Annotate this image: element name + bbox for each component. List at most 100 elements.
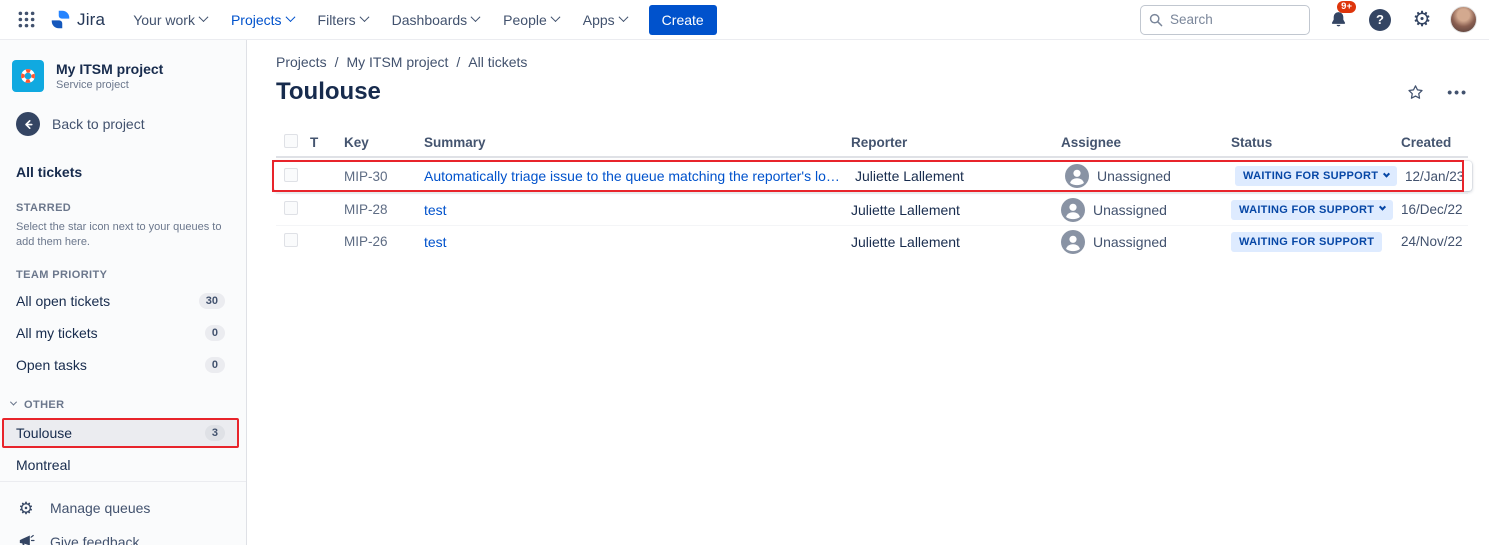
sidebar-item-all-tickets[interactable]: All tickets <box>0 150 246 184</box>
starred-section-title: STARRED <box>0 184 246 218</box>
breadcrumb: Projects / My ITSM project / All tickets <box>276 54 1468 70</box>
search-icon <box>1149 13 1163 27</box>
issue-summary-link[interactable]: test <box>424 234 851 250</box>
notification-count-badge: 9+ <box>1337 1 1356 14</box>
search-input[interactable] <box>1170 12 1290 27</box>
nav-item-your-work[interactable]: Your work <box>123 5 217 35</box>
top-navigation: Jira Your work Projects Filters Dashboar… <box>0 0 1489 40</box>
chevron-down-icon <box>285 12 295 22</box>
tickets-table: T Key Summary Reporter Assignee Status C… <box>276 128 1468 257</box>
jira-logo-text: Jira <box>77 10 105 30</box>
created-date: 24/Nov/22 <box>1401 234 1468 249</box>
starred-empty-hint: Select the star icon next to your queues… <box>0 218 246 251</box>
issue-summary-link[interactable]: test <box>424 202 851 218</box>
give-feedback-link[interactable]: Give feedback <box>0 525 246 545</box>
unassigned-avatar-icon <box>1061 198 1085 222</box>
breadcrumb-project-name[interactable]: My ITSM project <box>346 54 448 70</box>
column-header-summary[interactable]: Summary <box>424 135 851 150</box>
assignee-cell[interactable]: Unassigned <box>1065 164 1235 188</box>
notifications-button[interactable]: 9+ <box>1324 6 1352 34</box>
column-header-status[interactable]: Status <box>1231 135 1401 150</box>
team-priority-section-title: TEAM PRIORITY <box>0 251 246 285</box>
queue-content: Projects / My ITSM project / All tickets… <box>247 40 1489 545</box>
chevron-down-icon <box>618 12 628 22</box>
project-name: My ITSM project <box>56 61 163 79</box>
nav-item-projects[interactable]: Projects <box>221 5 304 35</box>
chevron-down-icon <box>199 12 209 22</box>
manage-queues-link[interactable]: ⚙ Manage queues <box>0 492 246 525</box>
question-mark-icon: ? <box>1369 9 1391 31</box>
row-checkbox[interactable] <box>284 233 298 247</box>
column-header-reporter[interactable]: Reporter <box>851 135 1061 150</box>
row-checkbox[interactable] <box>284 168 298 182</box>
breadcrumb-all-tickets[interactable]: All tickets <box>468 54 527 70</box>
breadcrumb-projects[interactable]: Projects <box>276 54 327 70</box>
assignee-cell[interactable]: Unassigned <box>1061 230 1231 254</box>
reporter-name: Juliette Lallement <box>855 168 1065 184</box>
help-button[interactable]: ? <box>1366 6 1394 34</box>
column-header-key[interactable]: Key <box>344 135 424 150</box>
count-badge: 3 <box>205 425 225 441</box>
jira-mark-icon <box>50 9 71 30</box>
issue-summary-link[interactable]: Automatically triage issue to the queue … <box>424 168 855 184</box>
nav-item-apps[interactable]: Apps <box>573 5 637 35</box>
jira-logo[interactable]: Jira <box>46 9 119 30</box>
table-row[interactable]: MIP-30 Automatically triage issue to the… <box>274 161 1472 191</box>
nav-item-dashboards[interactable]: Dashboards <box>382 5 490 35</box>
sidebar-footer: ⚙ Manage queues Give feedback <box>0 481 246 545</box>
reporter-name: Juliette Lallement <box>851 234 1061 250</box>
queues-sidebar: My ITSM project Service project Back to … <box>0 40 247 545</box>
project-type: Service project <box>56 79 163 91</box>
sidebar-item-montreal[interactable]: Montreal <box>2 450 239 480</box>
table-row[interactable]: MIP-28 test Juliette Lallement Unassigne… <box>276 193 1468 225</box>
chevron-down-icon <box>1379 204 1386 211</box>
create-button[interactable]: Create <box>649 5 717 35</box>
more-actions-button[interactable]: ••• <box>1447 84 1468 100</box>
column-header-assignee[interactable]: Assignee <box>1061 135 1231 150</box>
back-to-project-link[interactable]: Back to project <box>0 112 246 136</box>
issue-key[interactable]: MIP-28 <box>344 202 424 217</box>
sidebar-item-toulouse[interactable]: Toulouse 3 <box>2 418 239 448</box>
column-header-type[interactable]: T <box>310 135 344 150</box>
issue-key[interactable]: MIP-26 <box>344 234 424 249</box>
unassigned-avatar-icon <box>1065 164 1089 188</box>
other-section-toggle[interactable]: OTHER <box>0 381 246 417</box>
page-title: Toulouse <box>276 78 381 106</box>
status-dropdown[interactable]: WAITING FOR SUPPORT <box>1235 166 1397 186</box>
arrow-left-icon <box>16 112 40 136</box>
select-all-checkbox[interactable] <box>284 134 298 148</box>
sidebar-item-all-open-tickets[interactable]: All open tickets 30 <box>2 286 239 316</box>
count-badge: 30 <box>199 293 225 309</box>
status-dropdown[interactable]: WAITING FOR SUPPORT <box>1231 200 1393 220</box>
chevron-down-icon <box>550 12 560 22</box>
count-badge: 0 <box>205 357 225 373</box>
count-badge: 0 <box>205 325 225 341</box>
project-header[interactable]: My ITSM project Service project <box>0 60 246 92</box>
app-switcher-icon[interactable] <box>10 4 42 36</box>
sidebar-item-open-tasks[interactable]: Open tasks 0 <box>2 350 239 380</box>
table-row[interactable]: MIP-26 test Juliette Lallement Unassigne… <box>276 225 1468 257</box>
sidebar-item-all-my-tickets[interactable]: All my tickets 0 <box>2 318 239 348</box>
settings-button[interactable]: ⚙ <box>1408 6 1436 34</box>
nav-item-filters[interactable]: Filters <box>308 5 378 35</box>
chevron-down-icon <box>10 398 17 405</box>
search-box[interactable] <box>1140 5 1310 35</box>
column-header-created[interactable]: Created <box>1401 135 1468 150</box>
assignee-cell[interactable]: Unassigned <box>1061 198 1231 222</box>
created-date: 16/Dec/22 <box>1401 202 1468 217</box>
user-avatar[interactable] <box>1450 6 1477 33</box>
created-date: 12/Jan/23 <box>1405 169 1472 184</box>
chevron-down-icon <box>471 12 481 22</box>
issue-key[interactable]: MIP-30 <box>344 169 424 184</box>
favorite-star-icon[interactable] <box>1406 83 1425 102</box>
grid-icon <box>18 11 35 28</box>
reporter-name: Juliette Lallement <box>851 202 1061 218</box>
chevron-down-icon <box>359 12 369 22</box>
gear-icon: ⚙ <box>1413 9 1432 30</box>
table-header-row: T Key Summary Reporter Assignee Status C… <box>276 128 1468 158</box>
nav-item-people[interactable]: People <box>493 5 569 35</box>
unassigned-avatar-icon <box>1061 230 1085 254</box>
chevron-down-icon <box>1383 170 1390 177</box>
status-label[interactable]: WAITING FOR SUPPORT <box>1231 232 1382 252</box>
row-checkbox[interactable] <box>284 201 298 215</box>
